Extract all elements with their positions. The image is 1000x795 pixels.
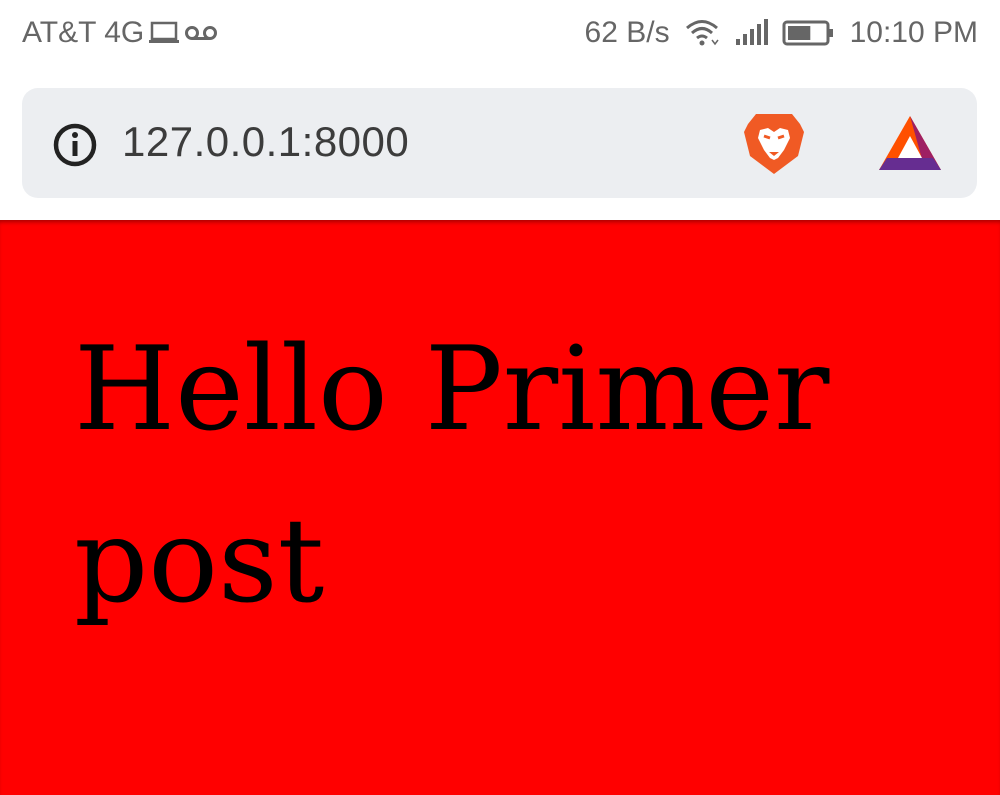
browser-toolbar: 127.0.0.1:8000 <box>0 70 1000 220</box>
page-content: Hello Primer post <box>0 220 1000 795</box>
url-text[interactable]: 127.0.0.1:8000 <box>122 118 409 166</box>
clock: 10:10 PM <box>849 16 978 49</box>
bat-triangle-icon[interactable] <box>877 114 943 179</box>
laptop-icon <box>148 20 180 46</box>
voicemail-icon <box>184 23 218 43</box>
status-bar: AT&T 4G 62 B/s 10:10 PM <box>0 0 1000 70</box>
brave-lion-icon[interactable] <box>742 110 806 183</box>
cellular-signal-icon <box>734 19 768 47</box>
page-heading: Hello Primer post <box>74 322 830 629</box>
carrier-label: AT&T 4G <box>22 16 145 49</box>
address-bar[interactable]: 127.0.0.1:8000 <box>22 88 977 198</box>
battery-icon <box>782 19 836 47</box>
info-icon[interactable] <box>52 122 98 173</box>
status-bar-right: 62 B/s 10:10 PM <box>585 16 978 50</box>
status-bar-left: AT&T 4G <box>22 16 218 50</box>
wifi-icon <box>684 18 720 48</box>
network-speed: 62 B/s <box>584 16 670 49</box>
